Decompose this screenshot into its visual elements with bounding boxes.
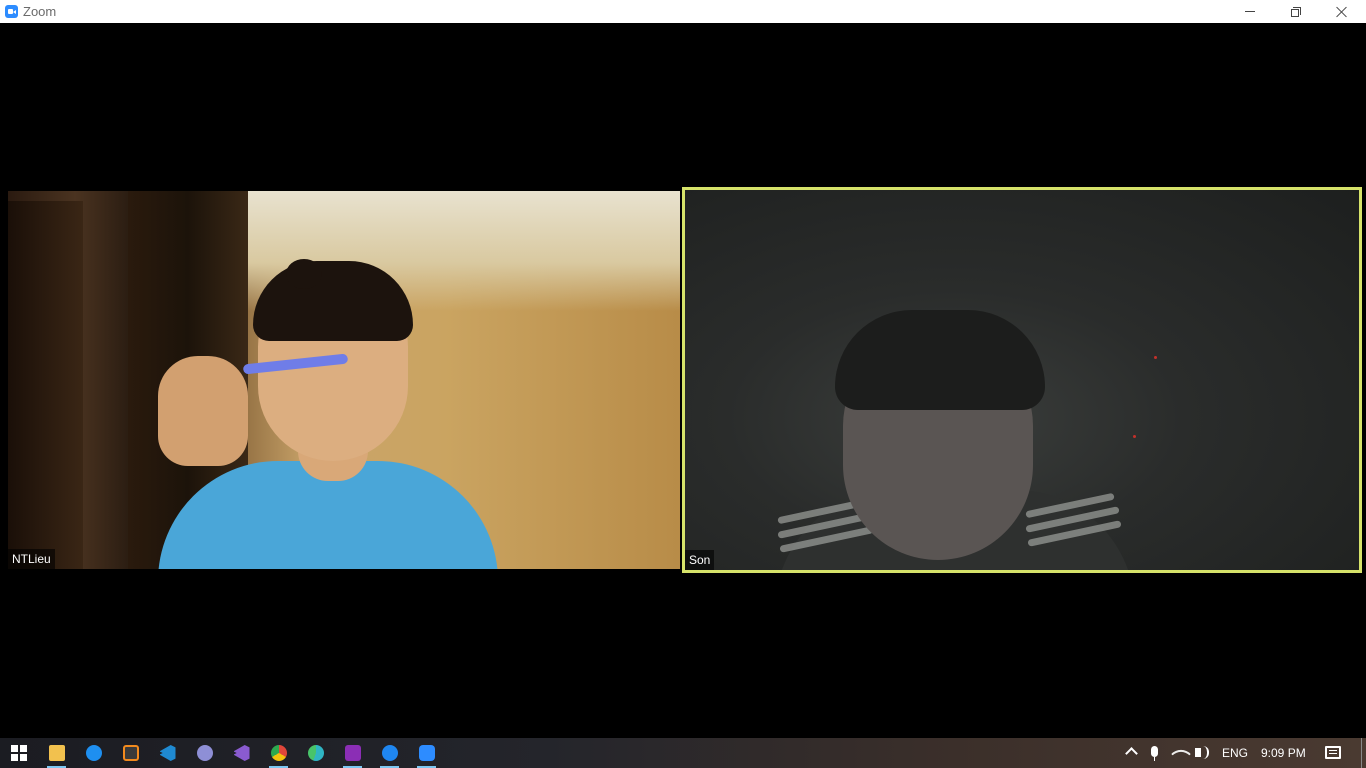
taskbar-app-messenger[interactable] — [371, 738, 408, 768]
show-desktop-button[interactable] — [1361, 738, 1362, 768]
teamviewer-icon — [85, 745, 102, 761]
clock[interactable]: 9:09 PM — [1261, 738, 1306, 768]
folder-icon — [48, 745, 65, 761]
taskbar-app-edge[interactable] — [297, 738, 334, 768]
taskbar-app-chrome[interactable] — [260, 738, 297, 768]
microphone-stand — [1154, 757, 1155, 761]
close-button[interactable] — [1319, 0, 1365, 23]
minimize-button[interactable] — [1227, 0, 1273, 23]
action-center-lines — [1329, 750, 1337, 751]
participant-name-label: NTLieu — [8, 549, 55, 569]
restore-icon — [1291, 6, 1301, 17]
participant-name-label: Son — [685, 550, 715, 570]
start-button[interactable] — [0, 738, 37, 768]
action-center-icon[interactable] — [1325, 746, 1341, 759]
volume-icon[interactable] — [1195, 748, 1201, 757]
video-feed — [685, 190, 1359, 570]
taskbar-app-vscode[interactable] — [149, 738, 186, 768]
meeting-stage: NTLieu Son — [0, 23, 1366, 738]
taskbar-app-visual-studio[interactable] — [223, 738, 260, 768]
minimize-icon — [1245, 11, 1255, 12]
show-hidden-icons-chevron-up-icon[interactable] — [1125, 747, 1138, 760]
taskbar-app-teamviewer[interactable] — [75, 738, 112, 768]
taskbar-app-sublime-text[interactable] — [112, 738, 149, 768]
disc-icon — [196, 745, 213, 761]
close-icon — [1336, 6, 1348, 18]
video-tile-son[interactable]: Son — [682, 187, 1362, 573]
visual-studio-icon — [233, 745, 250, 761]
video-feed — [8, 191, 680, 569]
edge-icon — [307, 745, 324, 761]
taskbar-app-disc[interactable] — [186, 738, 223, 768]
vscode-icon — [159, 745, 176, 761]
microphone-icon[interactable] — [1151, 746, 1158, 757]
messenger-icon — [381, 745, 398, 761]
taskbar-app-file-explorer[interactable] — [38, 738, 75, 768]
input-language-indicator[interactable]: ENG — [1222, 738, 1248, 768]
video-tile-ntlieu[interactable]: NTLieu — [8, 191, 680, 569]
taskbar-app-zoom[interactable] — [408, 738, 445, 768]
taskbar-app-onenote[interactable] — [334, 738, 371, 768]
sublime-text-icon — [122, 745, 139, 761]
window-title: Zoom — [23, 4, 57, 19]
wifi-icon[interactable] — [1171, 744, 1191, 764]
onenote-icon — [344, 745, 361, 761]
taskbar: ENG 9:09 PM — [0, 738, 1366, 768]
chrome-icon — [270, 745, 287, 761]
title-bar: Zoom — [0, 0, 1366, 23]
volume-wave — [1203, 746, 1209, 759]
zoom-app-icon — [5, 5, 18, 18]
windows-logo-icon — [10, 745, 27, 761]
zoom-icon — [418, 745, 435, 761]
maximize-button[interactable] — [1273, 0, 1319, 23]
